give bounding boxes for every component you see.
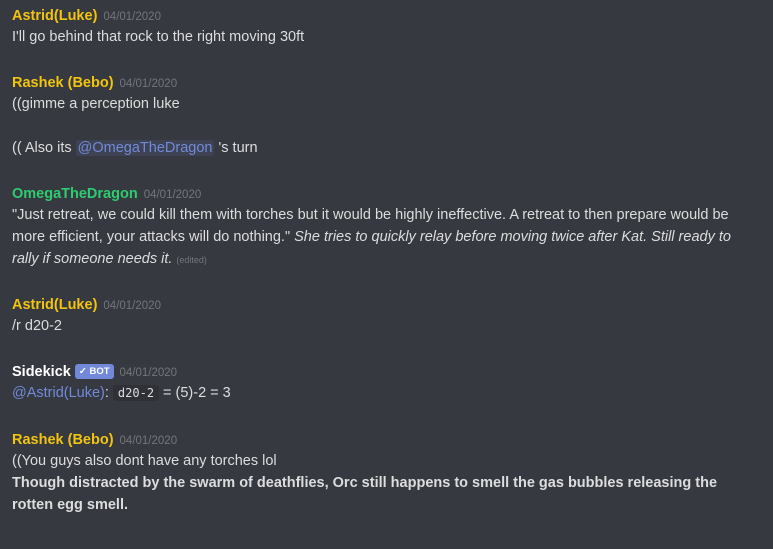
timestamp: 04/01/2020 xyxy=(103,11,161,23)
author-name[interactable]: OmegaTheDragon xyxy=(12,186,138,202)
user-mention[interactable]: @Astrid(Luke) xyxy=(12,385,105,401)
author-name[interactable]: Rashek (Bebo) xyxy=(12,432,114,448)
message-header: Astrid(Luke) 04/01/2020 xyxy=(12,6,761,26)
chat-message: OmegaTheDragon 04/01/2020 "Just retreat, … xyxy=(12,184,761,271)
bot-tag: ✓ BOT xyxy=(74,364,114,379)
user-mention[interactable]: @OmegaTheDragon xyxy=(75,140,215,156)
author-name[interactable]: Sidekick xyxy=(12,364,71,380)
chat-message-list: Astrid(Luke) 04/01/2020 I'll go behind th… xyxy=(0,0,773,549)
message-text: /r d20-2 xyxy=(12,318,62,334)
chat-message: Astrid(Luke) 04/01/2020 I'll go behind th… xyxy=(12,6,761,48)
timestamp: 04/01/2020 xyxy=(103,300,161,312)
timestamp: 04/01/2020 xyxy=(143,189,202,201)
timestamp: 04/01/2020 xyxy=(119,435,178,447)
text-segment: : xyxy=(104,385,109,401)
message-text: (( Also its @OmegaTheDragon 's turn xyxy=(12,137,761,159)
timestamp: 04/01/2020 xyxy=(119,367,178,379)
message-text: I'll go behind that rock to the right mo… xyxy=(12,29,305,45)
text-segment: (( Also its xyxy=(12,140,76,156)
message-text: "Just retreat, we could kill them with t… xyxy=(12,204,752,271)
timestamp: 04/01/2020 xyxy=(119,78,178,90)
chat-message: Rashek (Bebo) 04/01/2020 ((gimme a percep… xyxy=(12,73,761,159)
message-text: @Astrid(Luke): d20-2 = (5)-2 = 3 xyxy=(12,382,761,404)
message-header: Rashek (Bebo) 04/01/2020 xyxy=(12,430,761,450)
message-header: Rashek (Bebo) 04/01/2020 xyxy=(12,73,761,93)
author-name[interactable]: Rashek (Bebo) xyxy=(12,75,114,91)
message-header: Astrid(Luke) 04/01/2020 xyxy=(12,295,761,315)
edited-label: (edited) xyxy=(176,255,207,265)
message-header: OmegaTheDragon 04/01/2020 xyxy=(12,184,761,204)
text-segment: 's turn xyxy=(214,140,258,156)
inline-code: d20-2 xyxy=(112,385,160,401)
text-segment: = (5)-2 = 3 xyxy=(163,385,231,401)
bold-message-text: Though distracted by the swarm of deathf… xyxy=(12,475,718,513)
message-header: Sidekick ✓ BOT 04/01/2020 xyxy=(12,362,761,382)
chat-message: Sidekick ✓ BOT 04/01/2020 @Astrid(Luke): d2… xyxy=(12,362,761,404)
author-name[interactable]: Astrid(Luke) xyxy=(12,297,97,313)
author-name[interactable]: Astrid(Luke) xyxy=(12,8,97,24)
verified-check-icon: ✓ xyxy=(78,366,87,377)
chat-message: Rashek (Bebo) 04/01/2020 ((You guys also … xyxy=(12,430,761,516)
message-text: ((You guys also dont have any torches lo… xyxy=(12,453,277,469)
chat-message: Astrid(Luke) 04/01/2020 /r d20-2 xyxy=(12,295,761,337)
bot-tag-label: BOT xyxy=(89,366,110,377)
message-text: ((gimme a perception luke xyxy=(12,96,180,112)
